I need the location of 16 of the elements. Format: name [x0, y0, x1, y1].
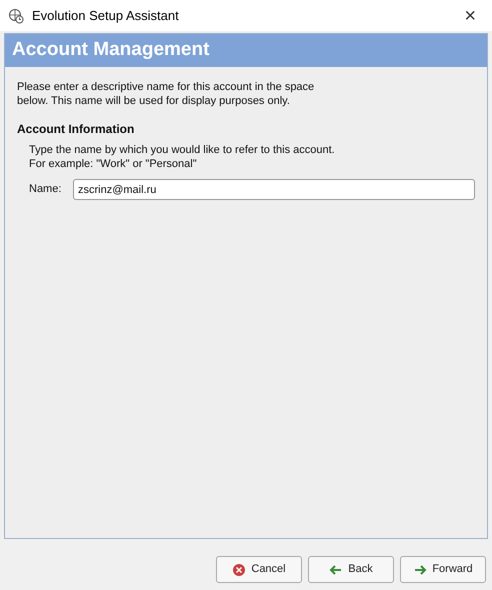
name-field[interactable]: zscrinz@mail.ru [73, 179, 475, 200]
cancel-button[interactable]: Cancel [216, 556, 302, 583]
back-button[interactable]: Back [308, 556, 394, 583]
hint-text: For example: "Work" or "Personal" [29, 157, 198, 171]
window-title: Evolution Setup Assistant [32, 6, 180, 25]
intro-text: Please enter a descriptive name for this account in the space below. This name will be used for display purposes only. [17, 80, 316, 108]
back-arrow-icon [329, 562, 344, 576]
cancel-icon [232, 562, 246, 576]
section-title: Account Information [17, 121, 136, 138]
field-label: Name: [29, 182, 61, 198]
forward-button[interactable]: Forward [400, 556, 486, 583]
page-title: Account Management [12, 38, 210, 62]
globe-clock-icon [8, 8, 24, 24]
close-button[interactable]: × [456, 6, 484, 26]
hint-text: Type the name by which you would like to refer to this account. [29, 143, 336, 157]
forward-arrow-icon [413, 562, 428, 576]
